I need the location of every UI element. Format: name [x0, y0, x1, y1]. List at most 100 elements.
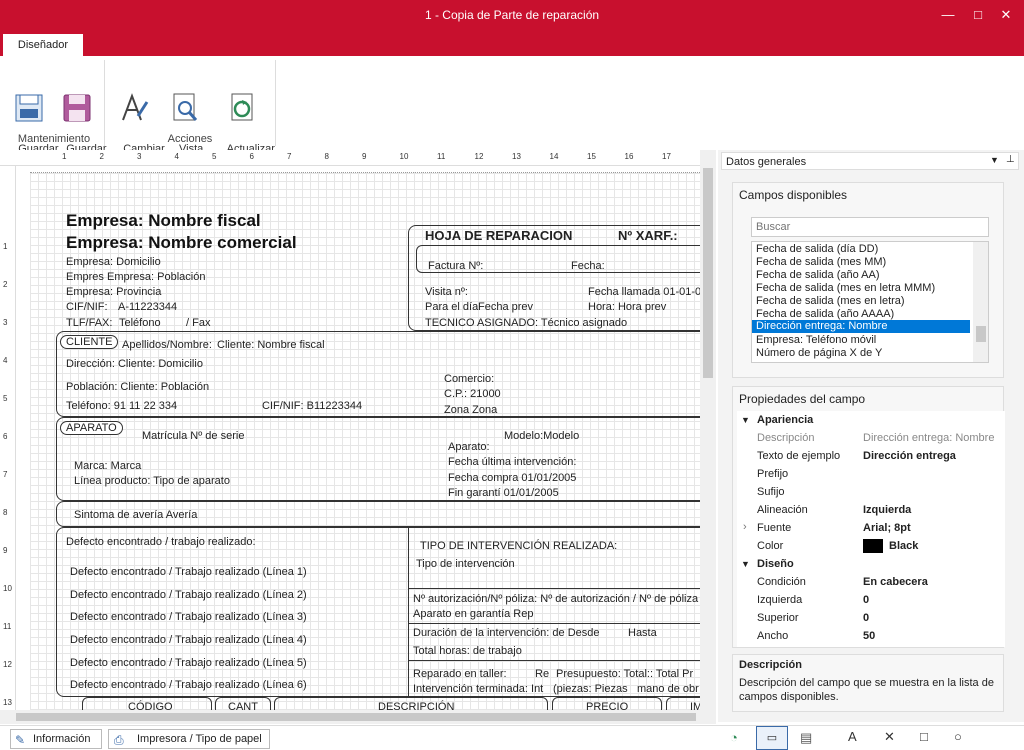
- factura-label[interactable]: Factura Nº:: [428, 260, 483, 272]
- expand-icon[interactable]: ›: [743, 521, 747, 533]
- prop-value[interactable]: Dirección entrega: [863, 450, 956, 462]
- col-importe[interactable]: IM: [690, 701, 700, 710]
- tipo-intervencion-label[interactable]: TIPO DE INTERVENCIÓN REALIZADA:: [420, 540, 617, 552]
- scroll-thumb[interactable]: [703, 168, 713, 378]
- piezas[interactable]: (piezas: Piezas: [553, 683, 628, 695]
- list-item[interactable]: Fecha de salida (día DD): [756, 243, 878, 255]
- empresa-comercial[interactable]: Empresa: Nombre comercial: [66, 233, 297, 253]
- prop-value[interactable]: 0: [863, 594, 869, 606]
- cif-value[interactable]: A-11223344: [118, 301, 177, 313]
- scroll-thumb[interactable]: [976, 326, 986, 342]
- impresora-button[interactable]: ⎙ Impresora / Tipo de papel: [108, 729, 270, 749]
- empresa-provincia[interactable]: Empresa: Provincia: [66, 286, 161, 298]
- maximize-button[interactable]: □: [968, 5, 988, 25]
- reparado-taller[interactable]: Reparado en taller:: [413, 668, 507, 680]
- fecha-ultima[interactable]: Fecha última intervención:: [448, 456, 576, 468]
- reparado-value[interactable]: Re: [535, 668, 549, 680]
- visita-label[interactable]: Visita nº:: [425, 286, 468, 298]
- prop-value[interactable]: En cabecera: [863, 576, 928, 588]
- mano-obra[interactable]: mano de obr: [637, 683, 699, 695]
- pin-icon[interactable]: ⊥: [1006, 154, 1015, 165]
- col-precio[interactable]: PRECIO: [586, 701, 628, 710]
- defecto-linea-6[interactable]: Defecto encontrado / Trabajo realizado (…: [70, 679, 307, 691]
- col-descripcion[interactable]: DESCRIPCIÓN: [378, 701, 454, 710]
- vertical-scrollbar[interactable]: [700, 150, 716, 710]
- defecto-linea-5[interactable]: Defecto encontrado / Trabajo realizado (…: [70, 657, 307, 669]
- prop-value[interactable]: 0: [863, 612, 869, 624]
- page-icon[interactable]: ▭: [756, 726, 788, 750]
- prop-value[interactable]: Black: [889, 540, 918, 552]
- col-cant[interactable]: CANT: [228, 701, 258, 710]
- color-swatch[interactable]: [863, 539, 883, 553]
- tlf-value[interactable]: Teléfono: [119, 317, 161, 329]
- text-tool-icon[interactable]: A: [848, 729, 857, 744]
- chevron-down-icon[interactable]: ▼: [990, 155, 999, 165]
- defecto-linea-1[interactable]: Defecto encontrado / Trabajo realizado (…: [70, 566, 307, 578]
- garantia[interactable]: Aparato en garantía Rep: [413, 608, 533, 620]
- cliente-poblacion[interactable]: Población: Cliente: Población: [66, 381, 209, 393]
- list-item[interactable]: Fecha de salida (año AAAA): [756, 308, 894, 320]
- modelo[interactable]: Modelo:Modelo: [504, 430, 579, 442]
- fecha-compra[interactable]: Fecha compra 01/01/2005: [448, 472, 576, 484]
- duracion[interactable]: Duración de la intervención: de Desde: [413, 627, 600, 639]
- list-scrollbar[interactable]: [973, 242, 988, 362]
- nxarf-label[interactable]: Nº XARF.:: [618, 228, 678, 243]
- horizontal-scrollbar[interactable]: [0, 710, 716, 724]
- fecha-llamada[interactable]: Fecha llamada 01-01-0: [588, 286, 700, 298]
- apellidos-label[interactable]: Apellidos/Nombre:: [122, 339, 212, 351]
- sintoma[interactable]: Sintoma de avería Avería: [74, 509, 197, 521]
- list-item-selected[interactable]: Dirección entrega: Nombre: [752, 320, 970, 333]
- search-input[interactable]: [751, 217, 989, 237]
- prop-value[interactable]: 50: [863, 630, 875, 642]
- para-el-dia[interactable]: Para el día: [425, 301, 478, 313]
- close-button[interactable]: ✕: [996, 5, 1016, 25]
- autorizacion[interactable]: Nº autorización/Nº póliza: Nº de autoriz…: [413, 593, 698, 605]
- empresa-poblacion[interactable]: Empresa: Población: [107, 271, 205, 283]
- presupuesto[interactable]: Presupuesto: Total:: Total Pr: [556, 668, 693, 680]
- fin-garantia[interactable]: Fin garantí 01/01/2005: [448, 487, 559, 499]
- intervencion-terminada[interactable]: Intervención terminada: Int: [413, 683, 543, 695]
- prop-value[interactable]: Dirección entrega: Nombre: [863, 432, 994, 444]
- hoja-title[interactable]: HOJA DE REPARACION: [425, 228, 572, 243]
- collapse-icon[interactable]: ▼: [741, 559, 750, 569]
- cliente-nombre[interactable]: Cliente: Nombre fiscal: [217, 339, 325, 351]
- total-horas[interactable]: Total horas: de trabajo: [413, 645, 522, 657]
- col-codigo[interactable]: CÓDIGO: [128, 701, 173, 710]
- list-item[interactable]: Fecha de salida (mes MM): [756, 256, 886, 268]
- defecto-linea-2[interactable]: Defecto encontrado / Trabajo realizado (…: [70, 589, 307, 601]
- empresa-poblacion-label[interactable]: Empres: [66, 271, 104, 283]
- fax-value[interactable]: / Fax: [186, 317, 210, 329]
- cp-value[interactable]: C.P.: 21000: [444, 388, 501, 400]
- empresa-fiscal[interactable]: Empresa: Nombre fiscal: [66, 211, 261, 231]
- print-preview-icon[interactable]: ▤: [800, 730, 812, 746]
- cif-label[interactable]: CIF/NIF:: [66, 301, 108, 313]
- list-item[interactable]: Número de página X de Y: [756, 347, 882, 359]
- matricula[interactable]: Matrícula Nº de serie: [142, 430, 244, 442]
- collapse-icon[interactable]: ▼: [741, 415, 750, 425]
- fecha-prev[interactable]: Fecha prev: [478, 301, 533, 313]
- datos-dropdown[interactable]: Datos generales ▼ ⊥: [721, 152, 1019, 170]
- aparato-badge[interactable]: APARATO: [60, 421, 123, 435]
- prop-value[interactable]: Arial; 8pt: [863, 522, 911, 534]
- prop-value[interactable]: Izquierda: [863, 504, 911, 516]
- list-item[interactable]: Fecha de salida (mes en letra): [756, 295, 905, 307]
- list-item[interactable]: Fecha de salida (año AA): [756, 269, 880, 281]
- scroll-thumb[interactable]: [16, 713, 696, 721]
- tlf-label[interactable]: TLF/FAX:: [66, 317, 112, 329]
- cliente-cif[interactable]: CIF/NIF: B11223344: [262, 400, 362, 412]
- report-design-surface[interactable]: Empresa: Nombre fiscal Empresa: Nombre c…: [30, 172, 700, 710]
- palette-icon[interactable]: ◔: [730, 730, 738, 745]
- defecto-linea-4[interactable]: Defecto encontrado / Trabajo realizado (…: [70, 634, 307, 646]
- linea-producto[interactable]: Línea producto: Tipo de aparato: [74, 475, 230, 487]
- list-item[interactable]: Fecha de salida (mes en letra MMM): [756, 282, 935, 294]
- cliente-badge[interactable]: CLIENTE: [60, 335, 119, 349]
- aparato-label[interactable]: Aparato:: [448, 441, 490, 453]
- hora-prev[interactable]: Hora: Hora prev: [588, 301, 666, 313]
- tab-disenador[interactable]: Diseñador: [3, 34, 83, 56]
- defecto-linea-3[interactable]: Defecto encontrado / Trabajo realizado (…: [70, 611, 307, 623]
- rectangle-tool-icon[interactable]: □: [920, 729, 928, 744]
- fields-list[interactable]: Fecha de salida (día DD) Fecha de salida…: [751, 241, 989, 363]
- defecto-label[interactable]: Defecto encontrado / trabajo realizado:: [66, 536, 256, 548]
- fecha-label[interactable]: Fecha:: [571, 260, 605, 272]
- tecnico-asignado[interactable]: TECNICO ASIGNADO: Técnico asignado: [425, 317, 627, 329]
